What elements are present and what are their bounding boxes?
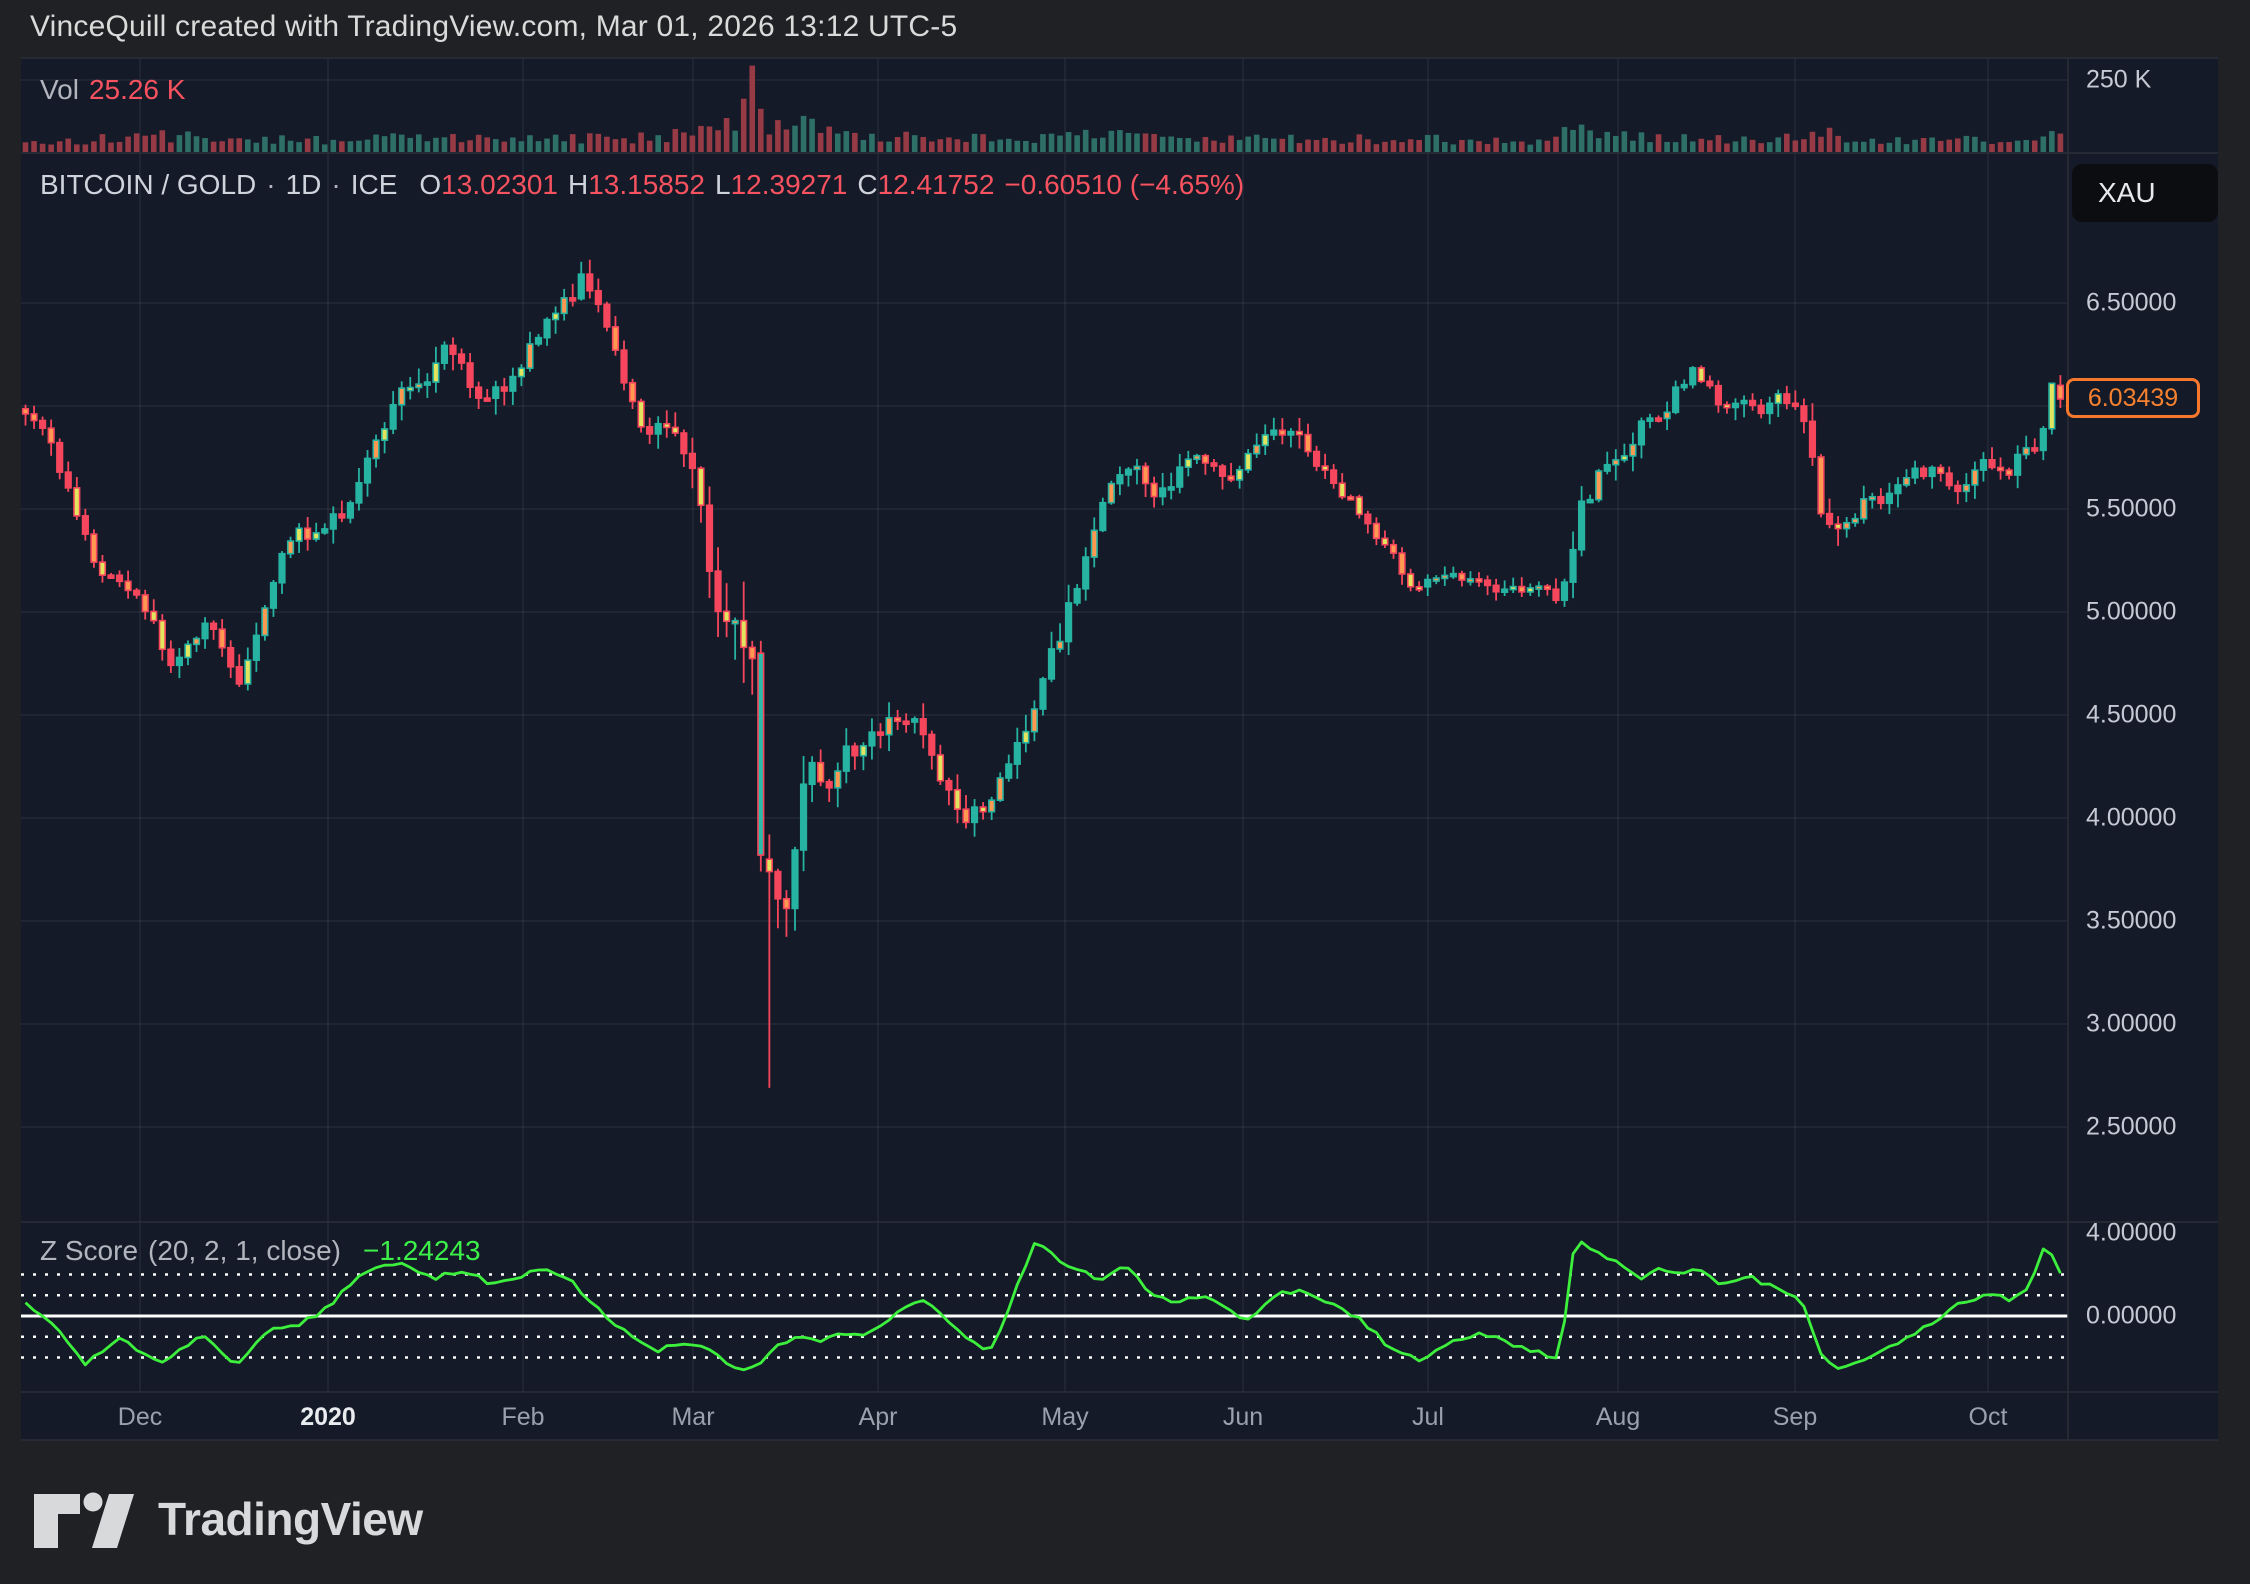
low-label: L bbox=[715, 169, 731, 201]
time-axis-tick-feb: Feb bbox=[501, 1403, 544, 1432]
price-axis-tick: 2.50000 bbox=[2086, 1113, 2176, 1142]
tradingview-footer[interactable]: TradingView bbox=[30, 1488, 423, 1550]
price-axis-tick: 6.50000 bbox=[2086, 289, 2176, 318]
volume-legend-value: 25.26 K bbox=[89, 74, 186, 106]
tradingview-logo-icon bbox=[30, 1488, 140, 1550]
attribution-header: VinceQuill created with TradingView.com,… bbox=[30, 10, 957, 44]
open-label: O bbox=[419, 169, 441, 201]
volume-legend-label: Vol bbox=[40, 74, 79, 106]
zscore-axis-tick: 4.00000 bbox=[2086, 1219, 2176, 1248]
exchange-label: ICE bbox=[351, 169, 398, 201]
price-axis-tick: 3.00000 bbox=[2086, 1010, 2176, 1039]
zscore-legend-params: (20, 2, 1, close) bbox=[148, 1235, 341, 1267]
high-value: 13.15852 bbox=[588, 169, 705, 201]
high-label: H bbox=[568, 169, 588, 201]
symbol-name: BITCOIN / GOLD bbox=[40, 169, 256, 201]
tradingview-snapshot: VinceQuill created with TradingView.com,… bbox=[0, 0, 2250, 1584]
time-axis-tick-mar: Mar bbox=[671, 1403, 714, 1432]
symbol-legend[interactable]: BITCOIN / GOLD · 1D · ICE O 13.02301 H 1… bbox=[40, 169, 1244, 201]
zscore-axis-tick: 0.00000 bbox=[2086, 1302, 2176, 1331]
time-axis-tick-aug: Aug bbox=[1596, 1403, 1640, 1432]
price-axis-tick: 3.50000 bbox=[2086, 907, 2176, 936]
time-axis-tick-2020: 2020 bbox=[300, 1403, 356, 1432]
zscore-legend-label: Z Score bbox=[40, 1235, 138, 1267]
price-axis-tick: 5.50000 bbox=[2086, 495, 2176, 524]
separator-dot: · bbox=[331, 169, 340, 201]
time-axis-tick-jul: Jul bbox=[1412, 1403, 1444, 1432]
close-label: C bbox=[857, 169, 877, 201]
low-value: 12.39271 bbox=[731, 169, 848, 201]
time-axis-tick-sep: Sep bbox=[1773, 1403, 1817, 1432]
change-value: −0.60510 (−4.65%) bbox=[1004, 169, 1244, 201]
time-axis-tick-oct: Oct bbox=[1969, 1403, 2008, 1432]
time-axis-tick-may: May bbox=[1041, 1403, 1088, 1432]
interval-label: 1D bbox=[286, 169, 322, 201]
price-axis-tick: 4.50000 bbox=[2086, 701, 2176, 730]
time-axis-tick-apr: Apr bbox=[859, 1403, 898, 1432]
volume-axis-tick: 250 K bbox=[2086, 66, 2151, 95]
time-axis-tick-jun: Jun bbox=[1223, 1403, 1263, 1432]
time-axis-tick-dec: Dec bbox=[118, 1403, 162, 1432]
close-value: 12.41752 bbox=[878, 169, 995, 201]
separator-dot: · bbox=[266, 169, 275, 201]
open-value: 13.02301 bbox=[441, 169, 558, 201]
price-axis-tick: 5.00000 bbox=[2086, 598, 2176, 627]
zscore-legend-value: −1.24243 bbox=[363, 1235, 481, 1267]
volume-legend[interactable]: Vol 25.26 K bbox=[40, 74, 185, 106]
chart-canvas[interactable] bbox=[0, 0, 2250, 1584]
price-axis-tick: 4.00000 bbox=[2086, 804, 2176, 833]
zscore-legend[interactable]: Z Score (20, 2, 1, close) −1.24243 bbox=[40, 1235, 481, 1267]
tradingview-brand-text: TradingView bbox=[158, 1492, 423, 1546]
